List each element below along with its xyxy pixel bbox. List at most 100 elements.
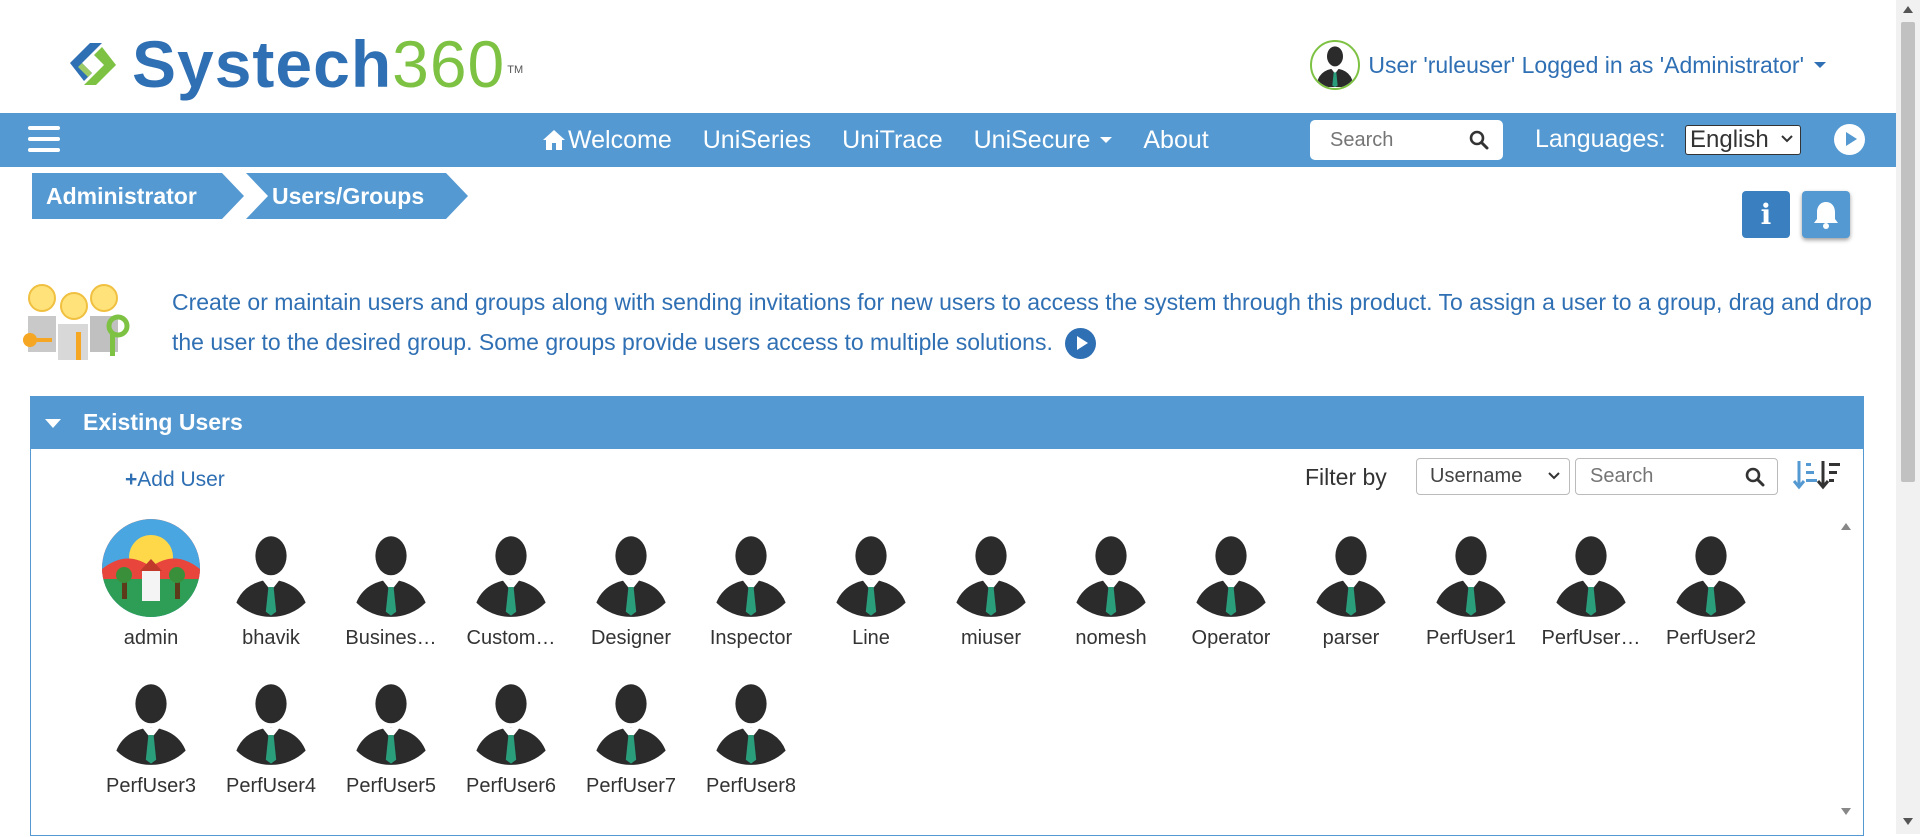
nav-item-unisecure[interactable]: UniSecure bbox=[974, 126, 1113, 155]
user-avatar bbox=[1182, 519, 1280, 617]
search-icon[interactable] bbox=[1469, 130, 1489, 150]
page-scrollbar[interactable] bbox=[1896, 0, 1920, 834]
users-scrollbar[interactable] bbox=[1838, 523, 1852, 823]
user-card[interactable]: Line bbox=[811, 519, 931, 667]
user-avatar-icon bbox=[593, 536, 669, 617]
breadcrumb-label: Users/Groups bbox=[272, 182, 425, 209]
user-avatar-icon bbox=[353, 684, 429, 765]
nav-search-input[interactable] bbox=[1328, 127, 1472, 153]
search-icon[interactable] bbox=[1745, 467, 1765, 487]
user-card[interactable]: PerfUser7 bbox=[571, 667, 691, 815]
user-avatar-icon bbox=[233, 684, 309, 765]
systech360-logo[interactable]: Systech360 TM bbox=[62, 28, 523, 100]
admin-avatar-image bbox=[102, 519, 200, 617]
info-button[interactable]: i bbox=[1742, 191, 1790, 238]
chevron-down-icon bbox=[1814, 62, 1826, 68]
user-name: PerfUser… bbox=[1541, 627, 1641, 649]
user-avatar bbox=[702, 519, 800, 617]
user-name: PerfUser5 bbox=[345, 775, 437, 797]
info-icon: i bbox=[1760, 198, 1772, 231]
user-name: Designer bbox=[590, 627, 672, 649]
plus-icon: + bbox=[125, 468, 138, 491]
user-name: PerfUser6 bbox=[465, 775, 557, 797]
user-card[interactable]: PerfUser5 bbox=[331, 667, 451, 815]
breadcrumb-item-administrator[interactable]: Administrator bbox=[32, 173, 246, 219]
user-card[interactable]: Busines… bbox=[331, 519, 451, 667]
scroll-up-icon[interactable] bbox=[1841, 523, 1851, 530]
user-card[interactable]: Designer bbox=[571, 519, 691, 667]
user-card[interactable]: Inspector bbox=[691, 519, 811, 667]
logo-mark-icon bbox=[70, 43, 116, 85]
user-card[interactable]: nomesh bbox=[1051, 519, 1171, 667]
user-card[interactable]: PerfUser1 bbox=[1411, 519, 1531, 667]
scroll-down-icon[interactable] bbox=[1903, 818, 1913, 825]
breadcrumb-arrow bbox=[222, 173, 244, 219]
user-avatar bbox=[1302, 519, 1400, 617]
user-name: PerfUser2 bbox=[1665, 627, 1757, 649]
user-avatar-icon bbox=[1433, 536, 1509, 617]
user-card[interactable]: PerfUser8 bbox=[691, 667, 811, 815]
logo-trademark: TM bbox=[507, 64, 524, 76]
user-card[interactable]: Custom… bbox=[451, 519, 571, 667]
nav-search-box bbox=[1310, 120, 1503, 160]
user-card[interactable]: parser bbox=[1291, 519, 1411, 667]
user-card[interactable]: miuser bbox=[931, 519, 1051, 667]
nav-item-uniseries[interactable]: UniSeries bbox=[703, 126, 811, 155]
add-user-label: Add User bbox=[137, 468, 225, 491]
scrollbar-thumb[interactable] bbox=[1901, 22, 1915, 482]
user-avatar-icon bbox=[1553, 536, 1629, 617]
notifications-button[interactable] bbox=[1802, 191, 1850, 238]
user-avatar bbox=[582, 667, 680, 765]
user-name: admin bbox=[123, 627, 179, 649]
user-avatar bbox=[462, 667, 560, 765]
add-user-link[interactable]: +Add User bbox=[125, 468, 225, 492]
user-name: bhavik bbox=[242, 627, 300, 649]
sort-icon[interactable] bbox=[1793, 459, 1841, 491]
logo-text-systech: Systech bbox=[132, 27, 393, 101]
user-avatar-icon bbox=[353, 536, 429, 617]
filter-by-label: Filter by bbox=[1305, 464, 1387, 490]
user-avatar-icon bbox=[1313, 536, 1389, 617]
existing-users-panel-header[interactable]: Existing Users bbox=[31, 397, 1863, 449]
user-card[interactable]: Operator bbox=[1171, 519, 1291, 667]
scroll-down-icon[interactable] bbox=[1841, 808, 1851, 815]
user-menu[interactable]: User 'ruleuser' Logged in as 'Administra… bbox=[1310, 40, 1826, 90]
user-avatar-icon bbox=[953, 536, 1029, 617]
nav-item-unitrace[interactable]: UniTrace bbox=[842, 126, 943, 155]
user-card[interactable]: PerfUser… bbox=[1531, 519, 1651, 667]
language-select[interactable]: English bbox=[1685, 125, 1801, 155]
home-icon bbox=[543, 130, 565, 150]
user-avatar-icon bbox=[473, 684, 549, 765]
filter-selected-value: Username bbox=[1430, 465, 1523, 487]
user-card[interactable]: PerfUser3 bbox=[91, 667, 211, 815]
play-tour-button[interactable] bbox=[1834, 124, 1865, 155]
logo-text: Systech360 bbox=[132, 31, 505, 97]
user-name: PerfUser4 bbox=[225, 775, 317, 797]
user-search-input[interactable] bbox=[1588, 464, 1742, 489]
user-card[interactable]: PerfUser2 bbox=[1651, 519, 1771, 667]
play-help-button[interactable] bbox=[1065, 328, 1097, 360]
user-avatar-icon bbox=[1310, 40, 1361, 90]
nav-item-welcome[interactable]: Welcome bbox=[542, 126, 672, 155]
breadcrumb-arrow bbox=[446, 173, 468, 219]
user-card[interactable]: admin bbox=[91, 519, 211, 667]
breadcrumb-item-users-groups[interactable]: Users/Groups bbox=[246, 173, 468, 219]
user-avatar-icon bbox=[713, 536, 789, 617]
user-card[interactable]: bhavik bbox=[211, 519, 331, 667]
bell-icon bbox=[1814, 201, 1838, 229]
nav-item-about[interactable]: About bbox=[1143, 126, 1208, 155]
user-avatar bbox=[1542, 519, 1640, 617]
filter-by-select[interactable]: Username bbox=[1416, 458, 1570, 495]
main-navbar: Welcome UniSeries UniTrace UniSecure Abo… bbox=[0, 113, 1896, 167]
user-card[interactable]: PerfUser4 bbox=[211, 667, 331, 815]
scroll-up-icon[interactable] bbox=[1903, 6, 1913, 13]
user-card[interactable]: PerfUser6 bbox=[451, 667, 571, 815]
user-name: Busines… bbox=[345, 627, 437, 649]
user-avatar-icon bbox=[833, 536, 909, 617]
nav-item-label: UniSecure bbox=[973, 125, 1091, 154]
user-avatar bbox=[822, 519, 920, 617]
hamburger-menu-icon[interactable] bbox=[28, 126, 60, 154]
user-avatar bbox=[942, 519, 1040, 617]
language-selected-value: English bbox=[1690, 126, 1769, 153]
collapse-toggle-icon bbox=[45, 419, 61, 428]
